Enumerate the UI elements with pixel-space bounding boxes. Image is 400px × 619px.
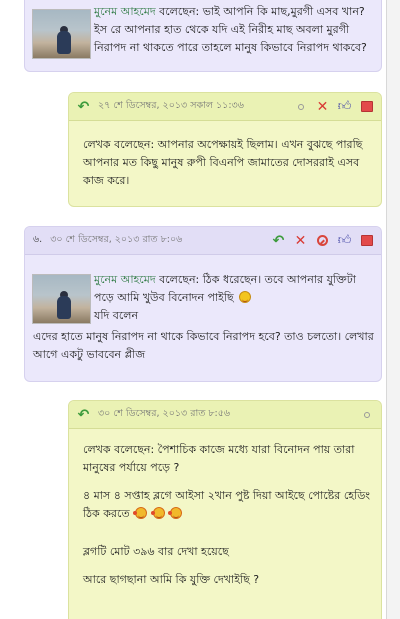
comment-card-reply: ↶ ৩০ শে ডিসেম্বর, ২০১৩ রাত ৮:৫৬ লেখক বলে…	[68, 400, 382, 619]
comment-timestamp: ৩০ শে ডিসেম্বর, ২০১৩ রাত ৮:৫৬	[98, 408, 231, 419]
delete-x-icon[interactable]: ✕	[294, 234, 307, 248]
report-mail-icon[interactable]	[360, 101, 373, 112]
thumb-icon[interactable]: 👍︎	[338, 234, 352, 247]
avatar[interactable]	[32, 274, 91, 324]
comment-body: লেখক বলেছেন: আপনার অপেক্ষায়ই ছিলাম। এখন…	[83, 138, 363, 187]
comment-card-1: মুনেম আহমেদ বলেছেন: ভাই আপনি কি মাছ,মুরগ…	[24, 0, 382, 72]
delete-x-icon[interactable]: ✕	[316, 100, 329, 114]
reply-arrow-icon[interactable]: ↶	[272, 234, 285, 248]
comment-header: ↶ ২৭ শে ডিসেম্বর, ২০১৩ সকাল ১১:৩৬ ✕ 👍︎	[69, 93, 381, 121]
comment-header: ৬. ৩০ শে ডিসেম্বর, ২০১৩ রাত ৮:০৬ ↶ ✕ 👍︎	[25, 227, 381, 255]
comment-timestamp: ৩০ শে ডিসেম্বর, ২০১৩ রাত ৮:০৬	[50, 234, 183, 245]
comment-number: ৬.	[33, 234, 43, 245]
reply-arrow-icon[interactable]: ↶	[77, 408, 90, 422]
reply-arrow-icon[interactable]: ↶	[77, 100, 90, 114]
laughing-smiley-icon	[239, 291, 252, 303]
commenter-name[interactable]: মুনেম আহমেদ	[94, 5, 156, 18]
avatar[interactable]	[32, 9, 91, 59]
comment-body-bottom: এদের হাতে মানুষ নিরাপদ না থাকে কিভাবে নি…	[33, 330, 374, 361]
comment-body-top: মুনেম আহমেদ বলেছেন: ঠিক ধরেছেন। তবে আপনা…	[94, 273, 356, 322]
comment-card-2: ↶ ২৭ শে ডিসেম্বর, ২০১৩ সকাল ১১:৩৬ ✕ 👍︎ ল…	[68, 92, 382, 207]
commenter-name[interactable]: মুনেম আহমেদ	[94, 273, 156, 286]
block-icon[interactable]	[317, 235, 328, 246]
laughing-smiley-icon	[150, 507, 165, 519]
comment-header: ↶ ৩০ শে ডিসেম্বর, ২০১৩ রাত ৮:৫৬	[69, 401, 381, 429]
comment-timestamp: ২৭ শে ডিসেম্বর, ২০১৩ সকাল ১১:৩৬	[98, 100, 244, 111]
laughing-smiley-icon	[133, 507, 148, 519]
page-scrollbar[interactable]	[386, 0, 400, 619]
laughing-smiley-icon	[168, 507, 183, 519]
thumb-icon[interactable]: 👍︎	[338, 100, 352, 113]
circle-icon[interactable]	[297, 103, 304, 110]
comment-body: লেখক বলেছেন: পৈশাচিক কাজে মধ্যে যারা বিন…	[83, 443, 371, 586]
comment-card-6: ৬. ৩০ শে ডিসেম্বর, ২০১৩ রাত ৮:০৬ ↶ ✕ 👍︎ …	[24, 226, 382, 382]
report-mail-icon[interactable]	[360, 235, 373, 246]
comment-body: মুনেম আহমেদ বলেছেন: ভাই আপনি কি মাছ,মুরগ…	[94, 5, 367, 54]
circle-icon[interactable]	[363, 411, 370, 418]
